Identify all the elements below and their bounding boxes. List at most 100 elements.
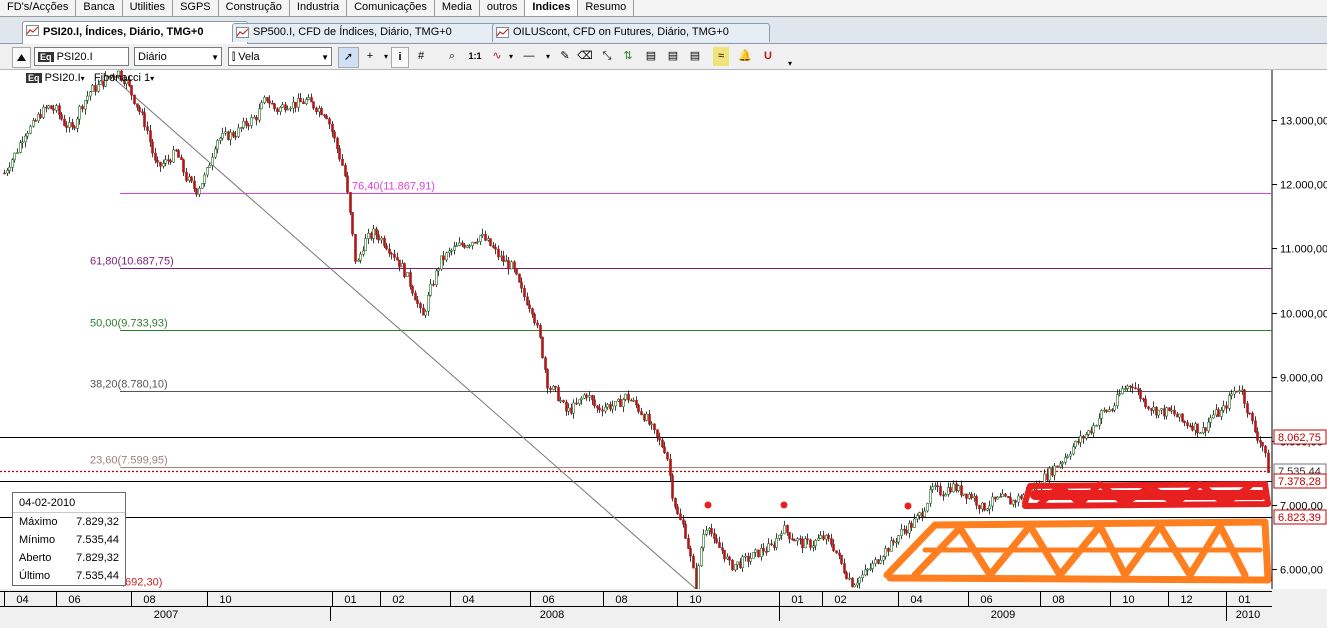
- candle-body: [874, 559, 877, 564]
- candle-body: [1222, 405, 1225, 411]
- template-1-button[interactable]: ▤: [643, 47, 659, 66]
- wave-icon: ∿: [492, 50, 502, 62]
- x-axis-month-label: 08: [615, 594, 627, 606]
- candle-body: [169, 160, 172, 163]
- candle-body: [676, 506, 679, 515]
- crosshair-tool-button[interactable]: +: [362, 47, 378, 66]
- scale-1to1-button[interactable]: 1:1: [466, 47, 484, 66]
- nav-tab[interactable]: Indices: [525, 0, 579, 16]
- candle-body: [362, 250, 365, 255]
- buy-sell-tool-button[interactable]: ⇅: [620, 47, 636, 66]
- candle-body: [19, 142, 22, 153]
- pointer-tool-button[interactable]: ➚: [338, 47, 359, 68]
- x-axis-year-label: 2007: [154, 609, 178, 621]
- nav-tab[interactable]: Comunicações: [347, 0, 435, 16]
- wave-chart-button[interactable]: ≈: [713, 47, 729, 66]
- nav-tab[interactable]: Industria: [290, 0, 348, 16]
- candle-body: [1113, 405, 1116, 411]
- nav-tab[interactable]: FD's/Acções: [0, 0, 77, 16]
- chevron-down-icon[interactable]: ▾: [81, 74, 85, 83]
- chart-symbol-label[interactable]: PSI20.I: [45, 72, 81, 84]
- arrows-icon: ⇅: [623, 50, 633, 62]
- indicator-dropdown-button[interactable]: ▾: [503, 47, 519, 66]
- candle-body: [1100, 410, 1103, 419]
- candle-body: [554, 385, 557, 388]
- candle-body: [539, 325, 542, 338]
- chart-icon: [26, 25, 39, 36]
- move-tool-button[interactable]: ⤡: [599, 47, 615, 66]
- candle-body: [557, 387, 560, 402]
- alert-button[interactable]: 🔔: [737, 47, 753, 66]
- candle-body: [1176, 413, 1179, 418]
- chart-tab-label: PSI20.I, Índices, Diário, TMG+0: [43, 26, 204, 38]
- template-2-button[interactable]: ▤: [665, 47, 681, 66]
- candle-body: [830, 538, 833, 545]
- nav-tab[interactable]: Banca: [76, 0, 123, 16]
- eraser-tool-button[interactable]: ⌫: [577, 47, 593, 66]
- candle-body: [1264, 445, 1267, 454]
- info-date-row: 04-02-2010: [19, 495, 119, 511]
- nav-tab[interactable]: Media: [435, 0, 480, 16]
- candle-body: [567, 407, 570, 412]
- y-axis-tick-label: 12.000,00: [1280, 180, 1327, 192]
- candle-body: [619, 398, 622, 407]
- chart-type-select[interactable]: ⫿ Vela ▼: [228, 47, 332, 66]
- annotation-dot: [780, 501, 788, 509]
- chart-header: Eq PSI20.I▾ Fibonacci 1▾: [26, 72, 154, 84]
- candle-body: [1053, 465, 1056, 476]
- candle-body: [1142, 398, 1145, 401]
- chart-area[interactable]: 76,40(11.867,91) 61,80(10.687,75) 50,00(9.…: [0, 68, 1327, 625]
- candle-body: [390, 252, 393, 255]
- candle-body: [1267, 452, 1270, 473]
- candle-body: [1220, 410, 1223, 417]
- candle-body: [700, 547, 703, 566]
- price-chart[interactable]: 76,40(11.867,91) 61,80(10.687,75) 50,00(9.…: [0, 68, 1327, 625]
- candle-body: [614, 400, 617, 407]
- nav-tab[interactable]: outros: [480, 0, 526, 16]
- line-dropdown-button[interactable]: ▾: [540, 47, 556, 66]
- candle-body: [710, 528, 713, 534]
- nav-tab[interactable]: SGPS: [173, 0, 219, 16]
- candle-body: [211, 156, 214, 166]
- candle-body: [247, 124, 250, 127]
- candle-body: [450, 249, 453, 252]
- candle-body: [185, 171, 188, 181]
- period-select[interactable]: Diário ▼: [134, 47, 222, 66]
- candle-body: [437, 268, 440, 272]
- grid-tool-button[interactable]: #: [413, 47, 429, 66]
- candle-body: [1017, 495, 1020, 503]
- candle-body: [718, 542, 721, 548]
- chart-tab-psi20[interactable]: PSI20.I, Índices, Diário, TMG+0: [22, 21, 248, 44]
- candle-body: [533, 313, 536, 324]
- candle-body: [198, 188, 201, 195]
- zoom-button[interactable]: ⌕: [444, 47, 460, 66]
- info-tool-button[interactable]: i: [391, 47, 409, 68]
- candle-body: [489, 238, 492, 246]
- collapse-up-button[interactable]: [12, 47, 31, 68]
- nav-tab[interactable]: Construção: [219, 0, 290, 16]
- candle-body: [1233, 390, 1236, 395]
- chevron-down-icon[interactable]: ▾: [150, 74, 154, 83]
- candle-body: [250, 117, 253, 126]
- candle-body: [471, 242, 474, 246]
- line-tool-button[interactable]: —: [518, 47, 540, 66]
- pencil-tool-button[interactable]: ✎: [557, 47, 573, 66]
- candle-body: [130, 85, 133, 96]
- symbol-input[interactable]: Eq PSI20.I: [34, 47, 129, 66]
- chart-tab-sp500[interactable]: SP500.I, CFD de Índices, Diário, TMG+0: [232, 23, 504, 42]
- magnet-button[interactable]: U: [760, 47, 776, 66]
- candle-body: [159, 161, 162, 167]
- candle-body: [606, 404, 609, 408]
- nav-tab[interactable]: Resumo: [578, 0, 635, 16]
- template-3-button[interactable]: ▤: [687, 47, 703, 66]
- candle-body: [929, 489, 932, 504]
- candle-body: [1082, 435, 1085, 439]
- study-label[interactable]: Fibonacci 1: [94, 72, 150, 84]
- candle-body: [949, 487, 952, 493]
- chart-tab-oil[interactable]: OILUScont, CFD on Futures, Diário, TMG+0: [492, 23, 770, 42]
- candle-body: [796, 538, 799, 542]
- x-axis-month-label: 02: [834, 594, 846, 606]
- nav-tab[interactable]: Utilities: [123, 0, 174, 16]
- candle-body: [1212, 414, 1215, 419]
- candle-body: [177, 150, 180, 158]
